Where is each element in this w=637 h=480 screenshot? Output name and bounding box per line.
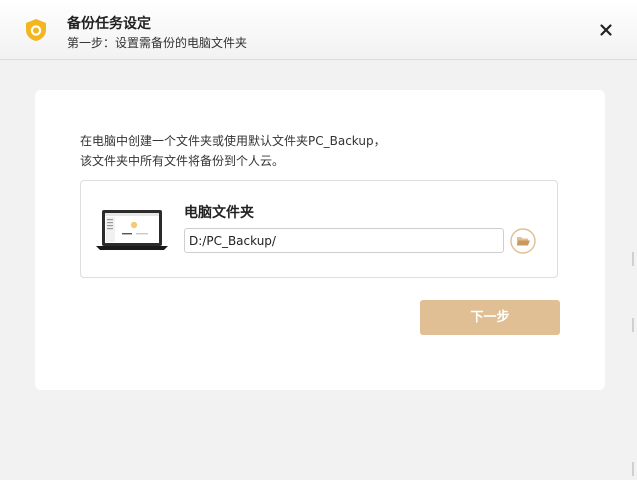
resize-edge-marker — [632, 252, 634, 266]
dialog-subtitle: 第一步：设置需备份的电脑文件夹 — [67, 36, 248, 50]
folder-path-input[interactable] — [184, 228, 504, 253]
resize-edge-marker — [632, 462, 634, 476]
resize-edge-marker — [632, 318, 634, 332]
description-text: 在电脑中创建一个文件夹或使用默认文件夹PC_Backup， 该文件夹中所有文件将… — [80, 131, 386, 171]
folder-label: 电脑文件夹 — [184, 205, 254, 221]
close-icon[interactable] — [596, 20, 616, 40]
folder-selector-box: 电脑文件夹 — [80, 180, 558, 278]
folder-open-icon[interactable] — [510, 228, 536, 254]
title-bar: 备份任务设定 第一步：设置需备份的电脑文件夹 — [0, 0, 637, 60]
backup-dialog: 备份任务设定 第一步：设置需备份的电脑文件夹 在电脑中创建一个文件夹或使用默认文… — [0, 0, 637, 480]
dialog-title: 备份任务设定 — [67, 16, 151, 32]
description-line: 在电脑中创建一个文件夹或使用默认文件夹PC_Backup， — [80, 134, 386, 148]
shield-logo-icon — [24, 18, 48, 42]
next-step-button[interactable]: 下一步 — [420, 300, 560, 335]
content-card: 在电脑中创建一个文件夹或使用默认文件夹PC_Backup， 该文件夹中所有文件将… — [35, 90, 605, 390]
laptop-icon — [96, 209, 168, 251]
description-line: 该文件夹中所有文件将备份到个人云。 — [80, 154, 285, 168]
